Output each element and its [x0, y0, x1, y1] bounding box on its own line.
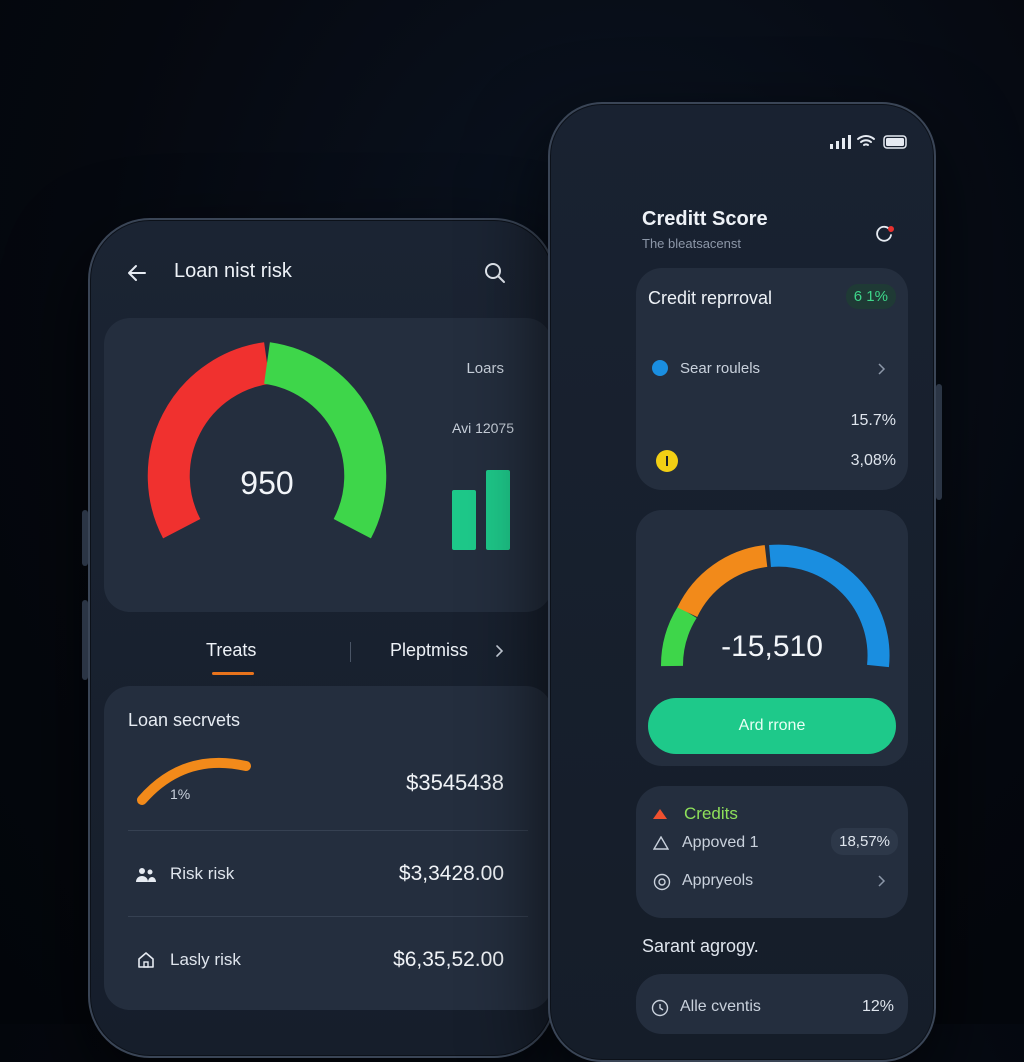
list-item-label: Appoved 1: [682, 834, 759, 851]
active-tab-indicator: [212, 672, 254, 675]
people-icon: [134, 864, 158, 886]
page-title: Creditt Score: [642, 208, 768, 230]
chart-label-avg: Avi 12075: [451, 420, 514, 436]
approval-value-2: 3,08%: [850, 452, 896, 469]
row-divider: [128, 830, 528, 831]
mini-chart-bar: [486, 470, 510, 550]
back-arrow-icon[interactable]: [122, 258, 152, 288]
side-button: [82, 600, 88, 680]
blue-dot-icon: [652, 360, 668, 376]
tab-treats[interactable]: Treats: [206, 640, 256, 661]
list-item-label: Sear roulels: [680, 360, 761, 377]
risk-gauge-card: 950 Loars Avi 12075: [104, 318, 552, 612]
tab-pleptmiss[interactable]: Pleptmiss: [390, 640, 468, 661]
mini-chart-bar: [452, 490, 476, 550]
notification-icon[interactable]: [872, 222, 898, 248]
score-value: -15,510: [721, 630, 823, 663]
warning-icon: [652, 834, 670, 852]
approval-value-1: 15.7%: [850, 412, 896, 429]
chevron-right-icon[interactable]: [874, 872, 890, 890]
wifi-icon: [854, 132, 878, 150]
page-title: Loan nist risk: [174, 260, 292, 282]
section-title: Sarant agrogy.: [642, 936, 759, 956]
circle-dot-icon: [652, 872, 672, 892]
list-item-label: Risk risk: [170, 864, 235, 883]
loan-risk-phone: Loan nist risk 950 Loars Avi 12075 Treat…: [82, 218, 556, 1058]
credits-title: Credits: [684, 804, 738, 823]
progress-arc: [137, 757, 251, 805]
list-item-label: Alle cventis: [680, 998, 761, 1015]
list-item-amount: $6,35,52.00: [393, 948, 504, 971]
credit-score-phone: Creditt Score The bleatsacenst Credit re…: [548, 102, 942, 1062]
approval-title: Credit reprroval: [648, 288, 773, 308]
info-icon: [656, 450, 678, 472]
side-button: [936, 384, 942, 500]
signal-icon: [828, 134, 856, 150]
credits-card: Credits Appoved 1 18,57% Appryeols: [636, 786, 908, 918]
status-badge: 6 1%: [845, 284, 896, 309]
triangle-up-icon: [652, 808, 668, 820]
primary-action-button[interactable]: Ard rrone: [648, 698, 896, 754]
clock-icon: [650, 998, 670, 1018]
page-subtitle: The bleatsacenst: [642, 236, 742, 251]
list-item-label: Lasly risk: [170, 950, 241, 969]
side-button: [82, 510, 88, 566]
events-card[interactable]: Alle cventis 12%: [636, 974, 908, 1034]
list-item-label: Appryeols: [682, 872, 754, 889]
search-icon[interactable]: [480, 258, 510, 288]
chevron-right-icon[interactable]: [874, 360, 890, 378]
list-item-amount: $3,3428.00: [398, 862, 504, 885]
home-icon: [134, 948, 158, 972]
progress-amount: $3545438: [406, 770, 504, 795]
battery-icon: [882, 134, 910, 150]
credit-approval-card: Credit reprroval 6 1% Sear roulels 15.7%…: [636, 268, 908, 490]
loan-card-title: Loan secrvets: [128, 710, 241, 730]
credit-score-card: -15,510 Ard rrone: [636, 510, 908, 766]
chevron-right-icon[interactable]: [490, 640, 510, 662]
progress-percent: 1%: [170, 786, 191, 802]
tab-divider: [350, 642, 351, 662]
risk-gauge: 950: [147, 342, 387, 539]
gauge-value: 950: [240, 465, 293, 501]
list-item-value: 12%: [861, 998, 894, 1015]
loan-services-card: Loan secrvets 1% $3545438 Risk risk $3,3…: [104, 686, 552, 1010]
mini-bar-chart: [452, 450, 514, 550]
chart-label-top: Loars: [466, 360, 504, 377]
list-item-value: 18,57%: [831, 828, 898, 855]
row-divider: [128, 916, 528, 917]
